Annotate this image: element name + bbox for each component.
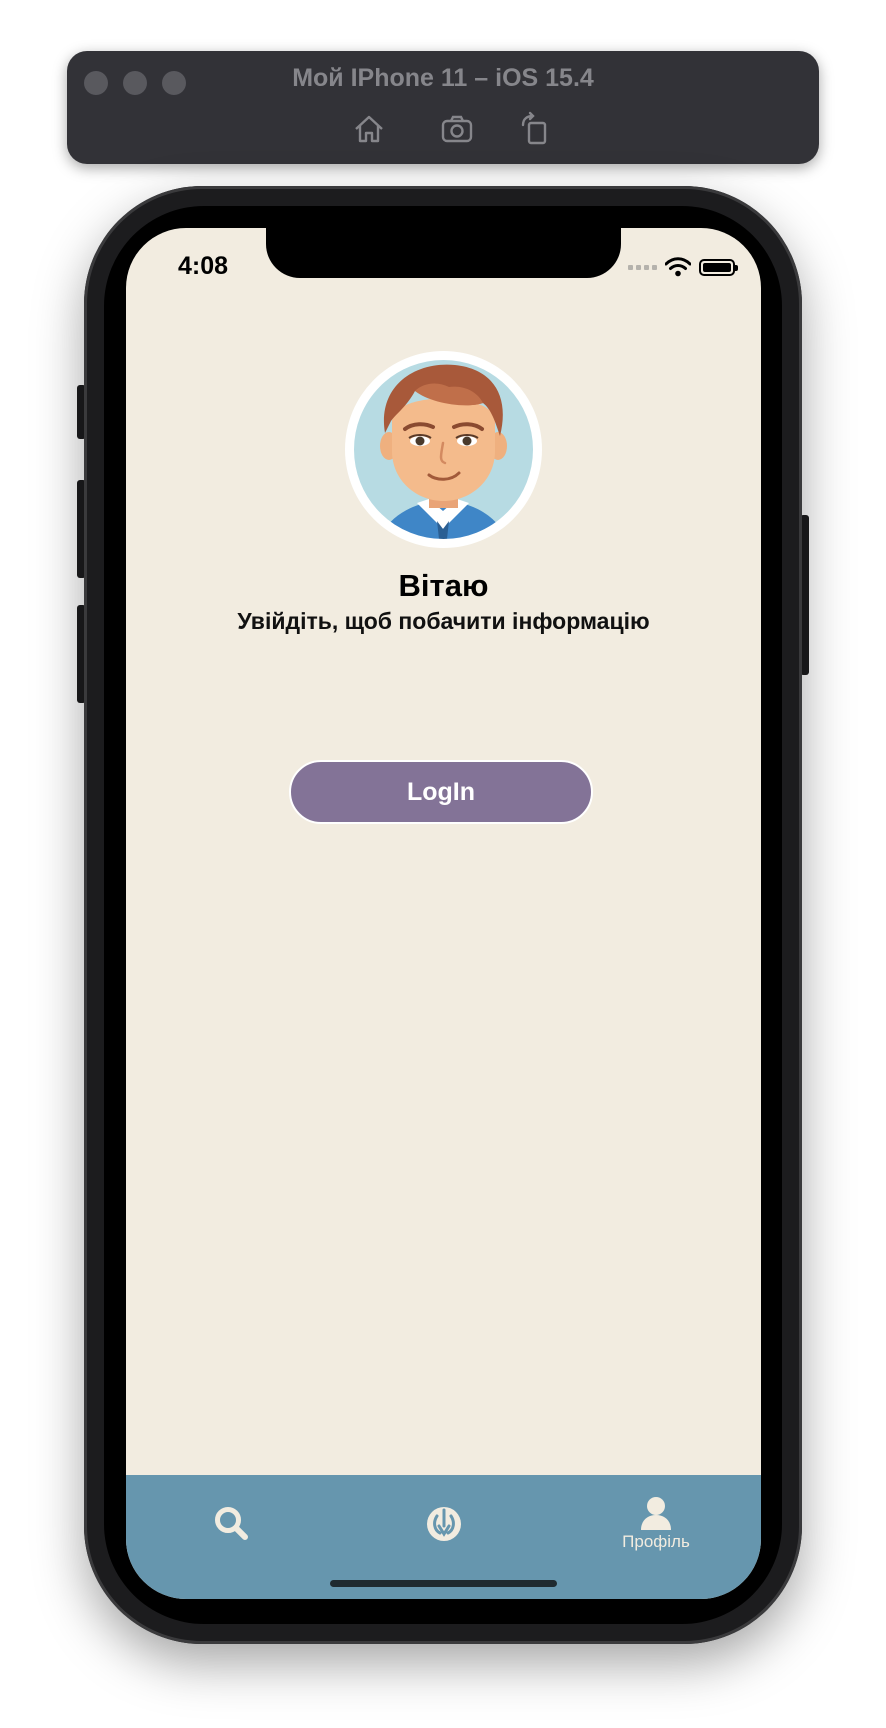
search-icon bbox=[215, 1507, 248, 1540]
person-icon bbox=[641, 1497, 671, 1530]
avatar bbox=[345, 351, 542, 548]
home-indicator[interactable] bbox=[330, 1580, 557, 1587]
window-title: Мой IPhone 11 – iOS 15.4 bbox=[292, 64, 594, 92]
home-icon[interactable] bbox=[351, 111, 387, 147]
battery-icon bbox=[699, 258, 738, 276]
login-button[interactable]: LogIn bbox=[289, 760, 593, 824]
rotate-icon[interactable] bbox=[517, 111, 553, 147]
tab-rebels[interactable] bbox=[369, 1489, 519, 1559]
login-prompt-text: Увійдіть, щоб побачити інформацію bbox=[237, 608, 650, 634]
tab-profile-label: Профіль bbox=[622, 1532, 690, 1551]
greeting-title: Вітаю bbox=[398, 568, 489, 603]
app-screen: 4:08 Вітаю Увійдіть, щоб побачити інформ… bbox=[126, 228, 761, 1599]
status-time: 4:08 bbox=[178, 252, 229, 280]
status-icons bbox=[628, 256, 738, 278]
tab-profile[interactable]: Профіль bbox=[581, 1489, 731, 1559]
wifi-icon bbox=[665, 257, 691, 277]
tab-search[interactable] bbox=[156, 1489, 306, 1559]
rebel-alliance-icon bbox=[427, 1507, 461, 1541]
notch bbox=[266, 228, 621, 278]
cellular-signal-icon bbox=[628, 264, 657, 270]
simulator-title-bar: Мой IPhone 11 – iOS 15.4 bbox=[67, 51, 819, 164]
screenshot-icon[interactable] bbox=[439, 111, 475, 147]
